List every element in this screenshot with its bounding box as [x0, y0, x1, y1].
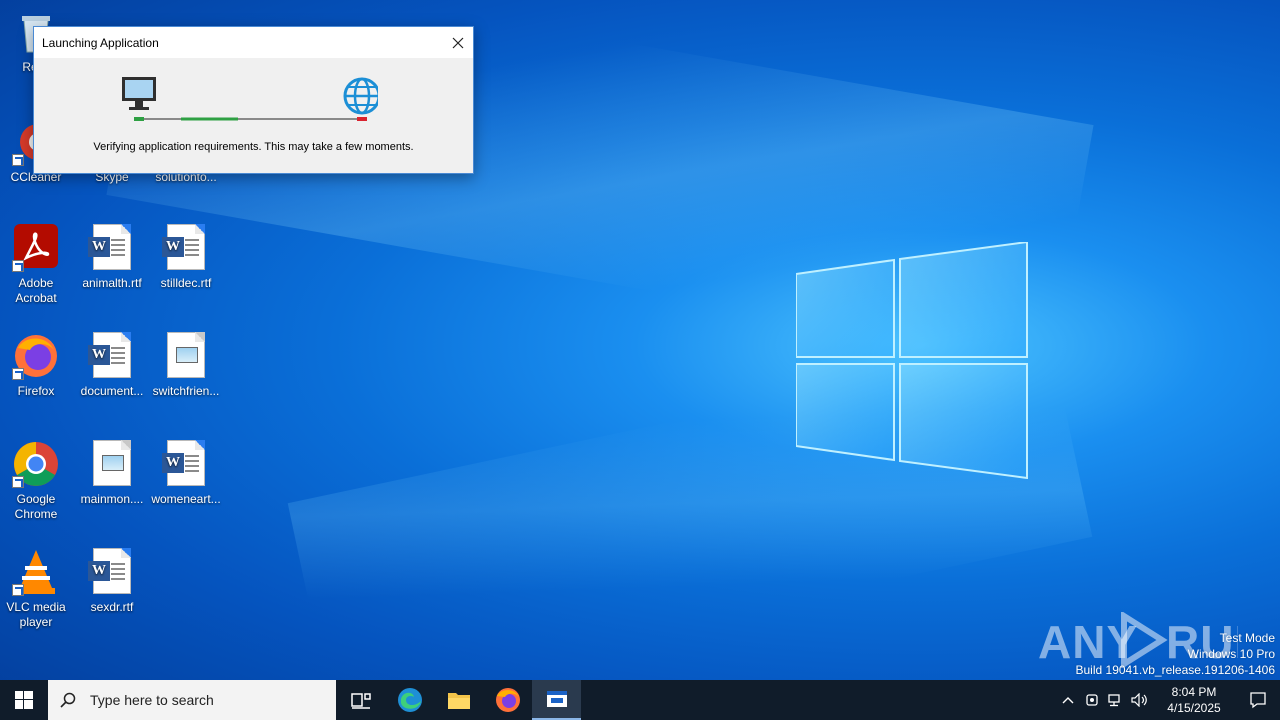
shortcut-arrow-icon [12, 368, 24, 380]
watermark-test-mode: Test Mode [1219, 631, 1275, 645]
desktop-icon-label: VLC media player [6, 600, 66, 629]
search-placeholder: Type here to search [90, 692, 214, 708]
taskbar-file-explorer-button[interactable] [434, 680, 483, 720]
volume-icon [1131, 693, 1147, 707]
folder-icon [447, 693, 470, 709]
start-button[interactable] [0, 680, 48, 720]
notification-icon [1250, 692, 1266, 709]
image-file-icon [88, 440, 136, 488]
word-document-icon: W [88, 224, 136, 272]
edge-icon [397, 688, 422, 712]
desktop-icon-label: animalth.rtf [82, 276, 142, 290]
windows-logo [796, 242, 1028, 479]
desktop-icon-label: Adobe Acrobat [15, 276, 57, 305]
close-icon [452, 37, 464, 48]
desktop-icon-google-chrome[interactable]: Google Chrome [0, 440, 74, 522]
word-document-icon: W [88, 548, 136, 596]
close-button[interactable] [443, 28, 473, 58]
clock-time: 8:04 PM [1171, 685, 1217, 699]
shortcut-arrow-icon [12, 260, 24, 272]
search-icon [60, 692, 76, 708]
taskbar-clock[interactable]: 8:04 PM 4/15/2025 [1152, 684, 1236, 716]
launch-progress-animation [122, 77, 378, 121]
taskbar-search-box[interactable]: Type here to search [48, 680, 336, 720]
dialog-message: Verifying application requirements. This… [93, 141, 414, 153]
desktop-icon-sexdr[interactable]: W sexdr.rtf [74, 548, 150, 615]
word-document-icon: W [88, 332, 136, 380]
desktop-icon-label: sexdr.rtf [90, 600, 134, 614]
watermark-build: Build 19041.vb_release.191206-1406 [1075, 663, 1276, 677]
dialog-title: Launching Application [42, 35, 159, 50]
task-view-button[interactable] [336, 680, 385, 720]
device-icon [1086, 694, 1098, 706]
desktop-icon-switchfrien[interactable]: switchfrien... [148, 332, 224, 399]
application-window-icon [546, 691, 567, 707]
system-tray: 8:04 PM 4/15/2025 [1056, 680, 1280, 720]
launching-application-dialog[interactable]: Launching Application Verifying applicat… [33, 26, 474, 174]
tray-device-button[interactable] [1080, 680, 1104, 720]
desktop-icon-firefox[interactable]: Firefox [0, 332, 74, 399]
progress-end-marker [357, 117, 367, 121]
tray-network-button[interactable] [1104, 680, 1128, 720]
tray-volume-button[interactable] [1128, 680, 1152, 720]
shortcut-arrow-icon [12, 476, 24, 488]
dialog-titlebar[interactable]: Launching Application [34, 27, 473, 58]
desktop-icon-animalth[interactable]: W animalth.rtf [74, 224, 150, 291]
taskbar-launcher-button[interactable] [532, 680, 581, 720]
network-icon [1108, 694, 1120, 707]
clock-date: 4/15/2025 [1167, 701, 1221, 715]
desktop-icon-label: switchfrien... [152, 384, 220, 398]
desktop-icon-adobe-acrobat[interactable]: Adobe Acrobat [0, 224, 74, 306]
desktop-icon-label: document... [80, 384, 144, 398]
firefox-icon [495, 688, 520, 712]
progress-start-marker [134, 117, 144, 121]
desktop-icon-label: Google Chrome [14, 492, 58, 521]
task-view-icon [350, 693, 371, 709]
desktop-icon-mainmon[interactable]: mainmon.... [74, 440, 150, 507]
action-center-button[interactable] [1236, 680, 1280, 720]
image-file-icon [162, 332, 210, 380]
vlc-icon [12, 548, 60, 596]
adobe-acrobat-icon [12, 224, 60, 272]
taskbar-edge-button[interactable] [385, 680, 434, 720]
word-document-icon: W [162, 224, 210, 272]
computer-icon [122, 77, 156, 110]
shortcut-arrow-icon [12, 584, 24, 596]
desktop-icon-stilldec[interactable]: W stilldec.rtf [148, 224, 224, 291]
chevron-up-icon [1062, 697, 1074, 704]
desktop-icon-document[interactable]: W document... [74, 332, 150, 399]
show-hidden-icons-button[interactable] [1056, 680, 1080, 720]
desktop-icon-label: Firefox [17, 384, 55, 398]
desktop-icon-label: stilldec.rtf [160, 276, 212, 290]
word-document-icon: W [162, 440, 210, 488]
windows-watermark: Test Mode Windows 10 Pro Build 19041.vb_… [1076, 630, 1276, 678]
firefox-icon [12, 332, 60, 380]
taskbar: Type here to search 8:04 PM 4/15/2025 [0, 680, 1280, 720]
chrome-icon [12, 440, 60, 488]
taskbar-firefox-button[interactable] [483, 680, 532, 720]
shortcut-arrow-icon [12, 154, 24, 166]
windows-start-icon [15, 691, 33, 709]
desktop-icon-vlc[interactable]: VLC media player [0, 548, 74, 630]
desktop-icon-label: mainmon.... [80, 492, 144, 506]
desktop-icon-womeneart[interactable]: W womeneart... [148, 440, 224, 507]
globe-icon [343, 77, 378, 115]
desktop-icon-label: womeneart... [151, 492, 221, 506]
watermark-edition: Windows 10 Pro [1187, 647, 1275, 661]
